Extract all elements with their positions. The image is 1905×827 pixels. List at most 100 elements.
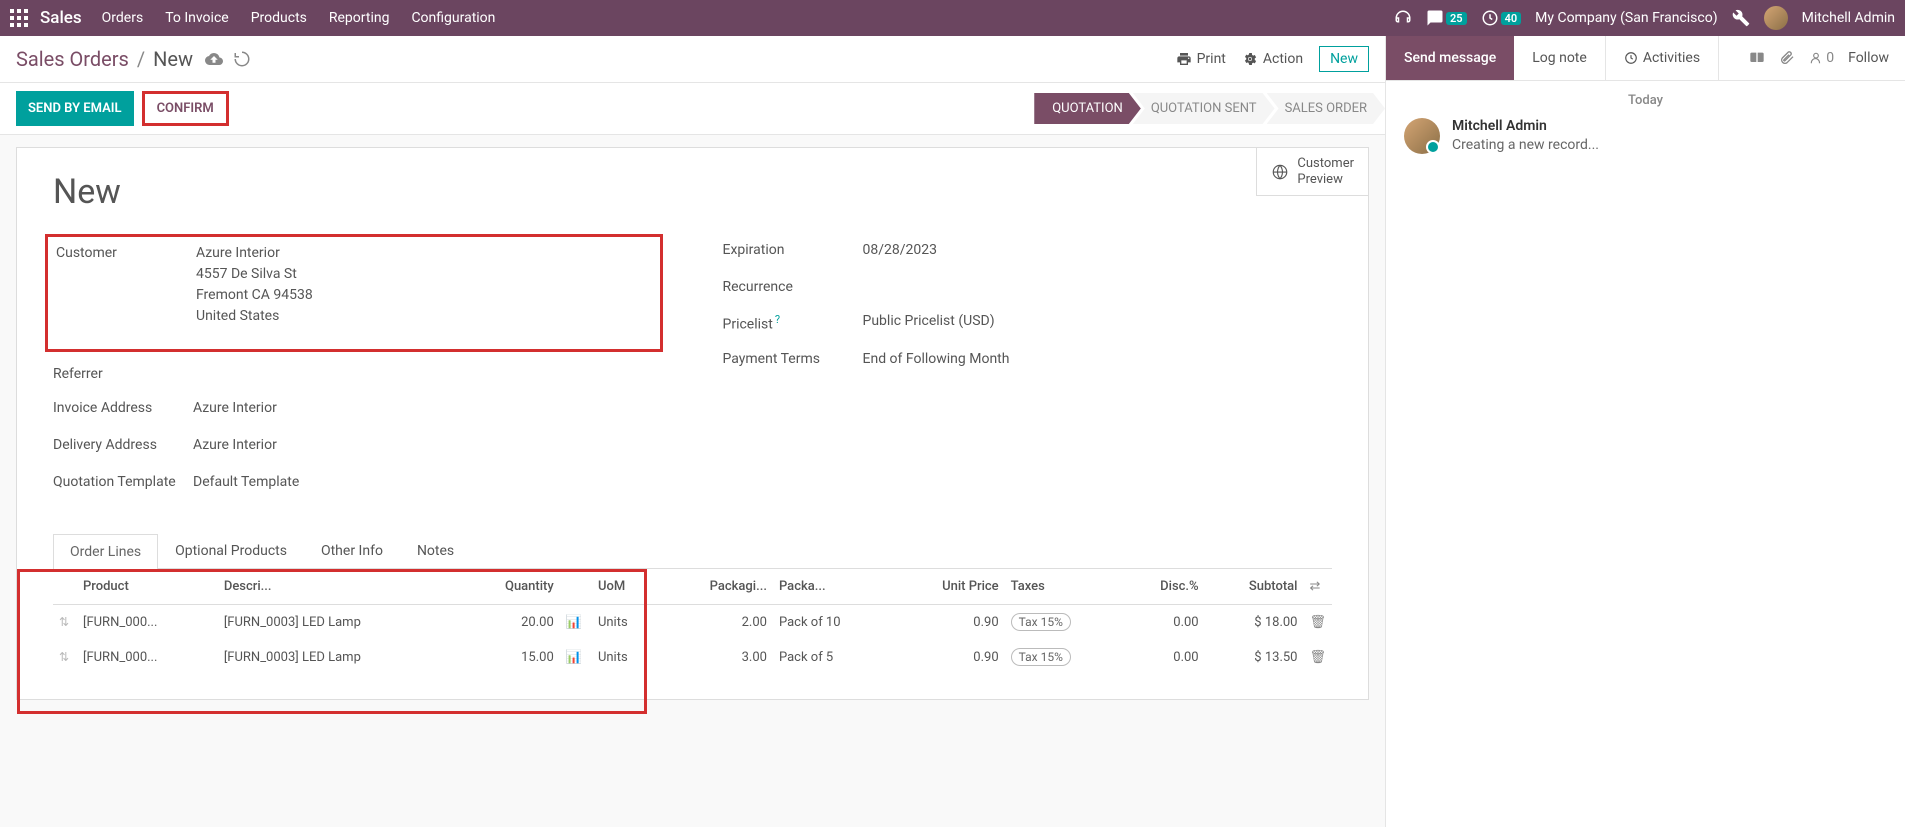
messaging-badge: 25: [1446, 12, 1467, 25]
quotation-template-label: Quotation Template: [53, 472, 193, 490]
confirm-button[interactable]: CONFIRM: [142, 91, 229, 126]
drag-handle-icon[interactable]: ⇅: [59, 615, 69, 629]
cell-unit-price[interactable]: 0.90: [893, 640, 1005, 675]
print-button[interactable]: Print: [1176, 51, 1226, 67]
attachment-icon[interactable]: [1779, 50, 1795, 66]
customer-value[interactable]: Azure Interior 4557 De Silva St Fremont …: [196, 243, 652, 327]
th-subtotal[interactable]: Subtotal: [1205, 569, 1304, 605]
breadcrumb-root[interactable]: Sales Orders: [16, 47, 129, 71]
main-menu: Orders To Invoice Products Reporting Con…: [102, 10, 1394, 26]
tab-other-info[interactable]: Other Info: [304, 533, 400, 568]
menu-to-invoice[interactable]: To Invoice: [165, 10, 229, 26]
th-discount[interactable]: Disc.%: [1122, 569, 1204, 605]
message-text: Creating a new record...: [1452, 137, 1599, 153]
cell-quantity[interactable]: 20.00: [461, 605, 560, 641]
chatter-message: Mitchell Admin Creating a new record...: [1404, 118, 1887, 154]
tab-order-lines[interactable]: Order Lines: [53, 534, 158, 569]
cell-packaging[interactable]: Pack of 10: [773, 605, 893, 641]
send-by-email-button[interactable]: SEND BY EMAIL: [16, 91, 134, 126]
discard-icon[interactable]: [233, 50, 251, 68]
activities-clock-icon[interactable]: 40: [1481, 9, 1522, 27]
pricelist-value[interactable]: Public Pricelist (USD): [863, 311, 1333, 332]
step-sales-order[interactable]: SALES ORDER: [1267, 93, 1385, 124]
columns-options-icon[interactable]: ⇄: [1309, 579, 1320, 594]
cell-product[interactable]: [FURN_000...: [77, 640, 218, 675]
step-quotation[interactable]: QUOTATION: [1034, 93, 1141, 124]
step-quotation-sent[interactable]: QUOTATION SENT: [1133, 93, 1275, 124]
cell-product[interactable]: [FURN_000...: [77, 605, 218, 641]
menu-configuration[interactable]: Configuration: [411, 10, 495, 26]
cell-pkg-qty[interactable]: 2.00: [660, 605, 773, 641]
message-avatar: [1404, 118, 1440, 154]
new-record-button[interactable]: New: [1319, 46, 1369, 72]
message-author: Mitchell Admin: [1452, 118, 1599, 134]
cell-taxes[interactable]: Tax 15%: [1005, 640, 1123, 675]
form-tabs: Order Lines Optional Products Other Info…: [53, 533, 1332, 569]
log-note-button[interactable]: Log note: [1514, 36, 1605, 80]
pricelist-help-icon[interactable]: ?: [775, 313, 780, 326]
messaging-icon[interactable]: 25: [1426, 9, 1467, 27]
th-packaging[interactable]: Packa...: [773, 569, 893, 605]
expiration-value[interactable]: 08/28/2023: [863, 240, 1333, 261]
apps-icon[interactable]: [10, 9, 28, 27]
book-icon[interactable]: [1749, 50, 1765, 66]
th-quantity[interactable]: Quantity: [461, 569, 560, 605]
delete-row-icon[interactable]: 🗑: [1309, 650, 1326, 665]
cell-unit-price[interactable]: 0.90: [893, 605, 1005, 641]
user-avatar[interactable]: [1764, 6, 1788, 30]
th-uom[interactable]: UoM: [592, 569, 660, 605]
content-area: Sales Orders / New Print Action: [0, 36, 1385, 827]
send-message-button[interactable]: Send message: [1386, 36, 1514, 80]
table-row[interactable]: ⇅ [FURN_000... [FURN_0003] LED Lamp 15.0…: [53, 640, 1332, 675]
tab-optional-products[interactable]: Optional Products: [158, 533, 304, 568]
delivery-address-label: Delivery Address: [53, 435, 193, 453]
cell-discount[interactable]: 0.00: [1122, 640, 1204, 675]
menu-orders[interactable]: Orders: [102, 10, 144, 26]
delete-row-icon[interactable]: 🗑: [1309, 615, 1326, 630]
action-button[interactable]: Action: [1242, 51, 1303, 67]
table-row[interactable]: ⇅ [FURN_000... [FURN_0003] LED Lamp 20.0…: [53, 605, 1332, 641]
menu-products[interactable]: Products: [251, 10, 307, 26]
forecast-icon[interactable]: 📊: [566, 650, 582, 665]
cell-description[interactable]: [FURN_0003] LED Lamp: [218, 640, 461, 675]
follow-button[interactable]: Follow: [1848, 50, 1889, 66]
drag-handle-icon[interactable]: ⇅: [59, 650, 69, 664]
th-taxes[interactable]: Taxes: [1005, 569, 1123, 605]
form-sheet: CustomerPreview New Customer Azure Inter…: [16, 147, 1369, 700]
payment-terms-value[interactable]: End of Following Month: [863, 349, 1333, 370]
quotation-template-value[interactable]: Default Template: [193, 472, 663, 493]
th-packaging-qty[interactable]: Packagi...: [660, 569, 773, 605]
delivery-address-value[interactable]: Azure Interior: [193, 435, 663, 456]
th-description[interactable]: Descri...: [218, 569, 461, 605]
customer-preview-button[interactable]: CustomerPreview: [1256, 148, 1368, 196]
chatter-date-separator: Today: [1404, 93, 1887, 108]
follower-count[interactable]: 0: [1809, 50, 1834, 66]
user-name[interactable]: Mitchell Admin: [1802, 10, 1895, 26]
cell-discount[interactable]: 0.00: [1122, 605, 1204, 641]
invoice-address-value[interactable]: Azure Interior: [193, 398, 663, 419]
invoice-address-label: Invoice Address: [53, 398, 193, 416]
voip-icon[interactable]: [1394, 9, 1412, 27]
activities-badge: 40: [1501, 12, 1522, 25]
th-product[interactable]: Product: [77, 569, 218, 605]
breadcrumb-sep: /: [137, 47, 145, 71]
payment-terms-label: Payment Terms: [723, 349, 863, 367]
breadcrumb-current: New: [153, 47, 193, 71]
forecast-icon[interactable]: 📊: [566, 615, 582, 630]
activities-button[interactable]: Activities: [1605, 36, 1719, 80]
th-unit-price[interactable]: Unit Price: [893, 569, 1005, 605]
tab-notes[interactable]: Notes: [400, 533, 471, 568]
company-selector[interactable]: My Company (San Francisco): [1535, 10, 1717, 26]
cell-quantity[interactable]: 15.00: [461, 640, 560, 675]
save-cloud-icon[interactable]: [205, 50, 223, 68]
app-brand[interactable]: Sales: [40, 8, 82, 28]
menu-reporting[interactable]: Reporting: [329, 10, 390, 26]
pricelist-label: Pricelist?: [723, 311, 863, 333]
cell-pkg-qty[interactable]: 3.00: [660, 640, 773, 675]
cell-uom[interactable]: Units: [592, 605, 660, 641]
cell-packaging[interactable]: Pack of 5: [773, 640, 893, 675]
cell-taxes[interactable]: Tax 15%: [1005, 605, 1123, 641]
debug-icon[interactable]: [1732, 9, 1750, 27]
cell-uom[interactable]: Units: [592, 640, 660, 675]
cell-description[interactable]: [FURN_0003] LED Lamp: [218, 605, 461, 641]
